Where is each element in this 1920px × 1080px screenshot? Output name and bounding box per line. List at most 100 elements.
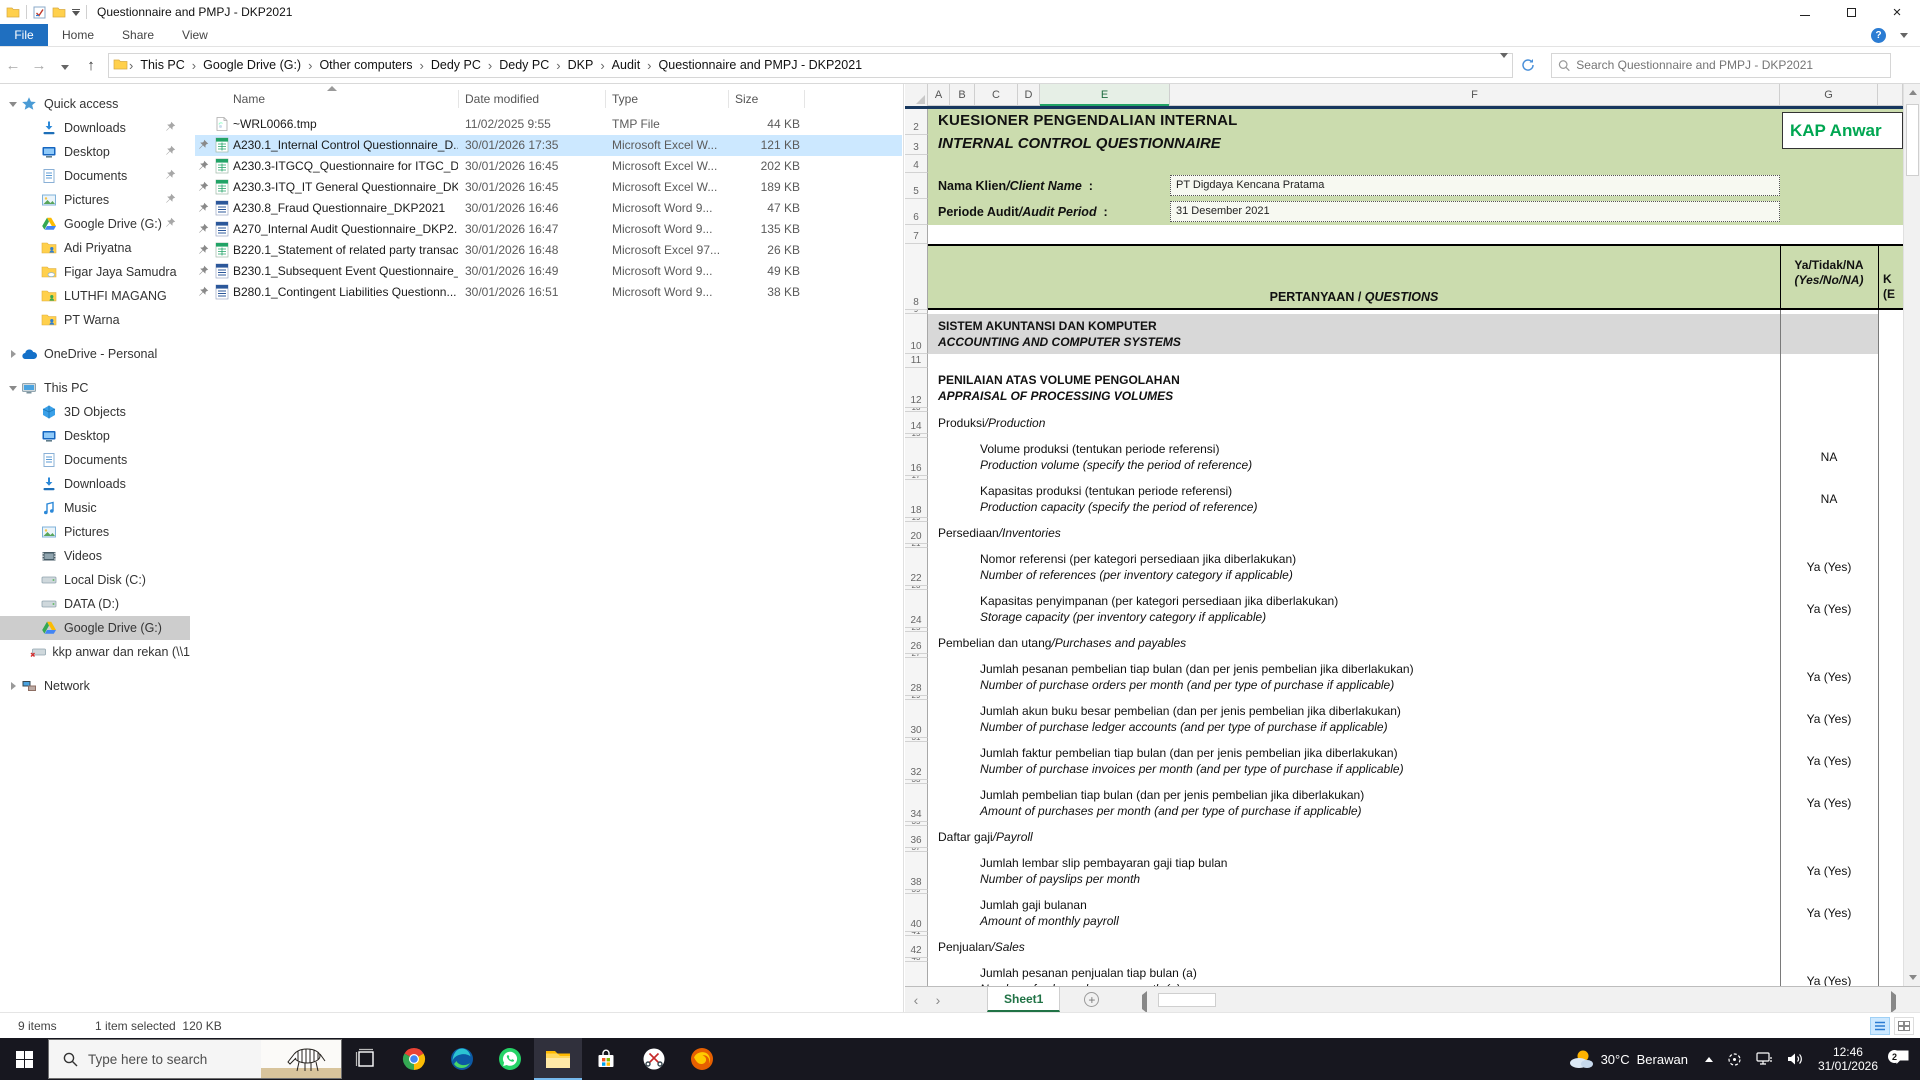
file-row[interactable]: B280.1_Contingent Liabilities Questionn.…	[195, 282, 902, 303]
forward-button[interactable]: →	[26, 57, 52, 74]
help-icon[interactable]: ?	[1871, 28, 1886, 43]
sheet-next-icon[interactable]: ›	[927, 992, 949, 1008]
address-dropdown-icon[interactable]	[1500, 58, 1508, 72]
file-row[interactable]: B230.1_Subsequent Event Questionnaire_..…	[195, 261, 902, 282]
sidebar-item-local-disk-c-[interactable]: Local Disk (C:)	[0, 568, 190, 592]
close-button[interactable]: ×	[1874, 0, 1920, 24]
file-row[interactable]: A230.3-ITGCQ_Questionnaire for ITGC_DK..…	[195, 156, 902, 177]
tab-file[interactable]: File	[0, 24, 48, 46]
column-header-name[interactable]: Name	[233, 92, 265, 106]
volume-icon[interactable]	[1780, 1038, 1810, 1080]
chevron-down-icon[interactable]	[8, 102, 18, 107]
qat-customize-icon[interactable]	[72, 9, 80, 16]
sidebar-item-pt-warna[interactable]: PT Warna	[0, 308, 190, 332]
network-icon[interactable]	[1749, 1038, 1780, 1080]
vertical-scroll-thumb[interactable]	[1906, 104, 1919, 176]
qat-properties-icon[interactable]	[33, 6, 46, 19]
scroll-down-icon[interactable]	[1904, 969, 1920, 986]
maximize-button[interactable]	[1828, 0, 1874, 24]
address-bar[interactable]: ›This PC›Google Drive (G:)›Other compute…	[108, 53, 1513, 78]
breadcrumb-item[interactable]: DKP	[562, 58, 600, 72]
file-row[interactable]: B220.1_Statement of related party transa…	[195, 240, 902, 261]
thumbnail-view-icon[interactable]	[1894, 1017, 1914, 1035]
horizontal-scroll-thumb[interactable]	[1158, 993, 1216, 1007]
column-divider[interactable]	[804, 90, 805, 108]
breadcrumb-item[interactable]: Audit	[606, 58, 647, 72]
sidebar-item-documents[interactable]: Documents	[0, 164, 190, 188]
ribbon-expand-icon[interactable]	[1900, 33, 1908, 38]
recent-locations-button[interactable]	[52, 57, 78, 74]
column-header-type[interactable]: Type	[612, 92, 638, 106]
weather-widget[interactable]: 30°C Berawan	[1558, 1048, 1698, 1070]
taskbar-snip-sketch-button[interactable]	[630, 1038, 678, 1080]
chevron-right-icon[interactable]	[8, 682, 18, 690]
file-row[interactable]: A270_Internal Audit Questionnaire_DKP2..…	[195, 219, 902, 240]
sidebar-item-google-drive-g-[interactable]: Google Drive (G:)	[0, 212, 190, 236]
sidebar-item-desktop[interactable]: Desktop	[0, 424, 190, 448]
tray-expand-button[interactable]	[1698, 1038, 1720, 1080]
sidebar-item-network[interactable]: Network	[0, 674, 190, 698]
scroll-left-icon[interactable]	[1142, 995, 1147, 1009]
pane-splitter[interactable]	[903, 84, 904, 1012]
sheet-prev-icon[interactable]: ‹	[905, 992, 927, 1008]
sidebar-item-music[interactable]: Music	[0, 496, 190, 520]
sidebar-item-kkp-anwar-dan-rekan-1[interactable]: kkp anwar dan rekan (\\1	[0, 640, 190, 664]
column-divider[interactable]	[458, 90, 459, 108]
taskbar-chrome-button[interactable]	[390, 1038, 438, 1080]
file-row[interactable]: ~WRL0066.tmp11/02/2025 9:55TMP File44 KB	[195, 114, 902, 135]
sidebar-item-videos[interactable]: Videos	[0, 544, 190, 568]
chevron-down-icon[interactable]	[8, 386, 18, 391]
column-header-size[interactable]: Size	[735, 92, 758, 106]
column-divider[interactable]	[728, 90, 729, 108]
file-row[interactable]: A230.3-ITQ_IT General Questionnaire_DK..…	[195, 177, 902, 198]
taskbar-microsoft-store-button[interactable]	[582, 1038, 630, 1080]
back-button[interactable]: ←	[0, 57, 26, 74]
sidebar-item-adi-priyatna[interactable]: Adi Priyatna	[0, 236, 190, 260]
add-sheet-icon[interactable]: +	[1084, 992, 1099, 1007]
breadcrumb-item[interactable]: Dedy PC	[425, 58, 487, 72]
breadcrumb-item[interactable]: This PC	[134, 58, 190, 72]
breadcrumb-item[interactable]: Other computers	[313, 58, 418, 72]
taskbar-edge-button[interactable]	[438, 1038, 486, 1080]
details-view-icon[interactable]	[1870, 1017, 1890, 1035]
clock[interactable]: 12:46 31/01/2026	[1810, 1045, 1886, 1073]
sidebar-item-downloads[interactable]: Downloads	[0, 472, 190, 496]
sidebar-item-3d-objects[interactable]: 3D Objects	[0, 400, 190, 424]
sidebar-item-this-pc[interactable]: This PC	[0, 376, 190, 400]
breadcrumb-item[interactable]: Dedy PC	[493, 58, 555, 72]
sidebar-item-pictures[interactable]: Pictures	[0, 520, 190, 544]
sidebar-item-quick-access[interactable]: Quick access	[0, 92, 190, 116]
tab-share[interactable]: Share	[108, 24, 168, 46]
search-zebra-image[interactable]	[261, 1039, 341, 1079]
sheet-tab[interactable]: Sheet1	[987, 987, 1060, 1012]
taskbar-search-box[interactable]: Type here to search	[48, 1039, 342, 1079]
sidebar-item-pictures[interactable]: Pictures	[0, 188, 190, 212]
sidebar-item-figar-jaya-samudra[interactable]: Figar Jaya Samudra	[0, 260, 190, 284]
breadcrumb-item[interactable]: Questionnaire and PMPJ - DKP2021	[653, 58, 869, 72]
sidebar-item-luthfi-magang[interactable]: LUTHFI MAGANG	[0, 284, 190, 308]
file-row[interactable]: A230.1_Internal Control Questionnaire_D.…	[195, 135, 902, 156]
refresh-button[interactable]	[1513, 53, 1543, 78]
sidebar-item-google-drive-g-[interactable]: Google Drive (G:)	[0, 616, 190, 640]
chevron-right-icon[interactable]	[8, 350, 18, 358]
preview-horizontal-scrollbar[interactable]	[1140, 992, 1898, 1008]
notification-center-button[interactable]: 2	[1886, 1049, 1920, 1069]
start-button[interactable]	[0, 1038, 48, 1080]
explorer-search-box[interactable]	[1551, 53, 1891, 78]
breadcrumb-item[interactable]: Google Drive (G:)	[197, 58, 307, 72]
explorer-search-input[interactable]	[1576, 58, 1884, 72]
tab-home[interactable]: Home	[48, 24, 108, 46]
up-button[interactable]: ↑	[78, 57, 104, 74]
sidebar-item-documents[interactable]: Documents	[0, 448, 190, 472]
sidebar-item-data-d-[interactable]: DATA (D:)	[0, 592, 190, 616]
scroll-up-icon[interactable]	[1904, 84, 1920, 101]
column-header-date[interactable]: Date modified	[465, 92, 539, 106]
preview-vertical-scrollbar[interactable]	[1903, 84, 1920, 986]
column-divider[interactable]	[605, 90, 606, 108]
taskbar-whatsapp-button[interactable]	[486, 1038, 534, 1080]
taskbar-firefox-button[interactable]	[678, 1038, 726, 1080]
sidebar-item-downloads[interactable]: Downloads	[0, 116, 190, 140]
tab-view[interactable]: View	[168, 24, 222, 46]
tray-app-icon[interactable]	[1720, 1038, 1749, 1080]
taskbar-task-view-button[interactable]	[342, 1038, 390, 1080]
